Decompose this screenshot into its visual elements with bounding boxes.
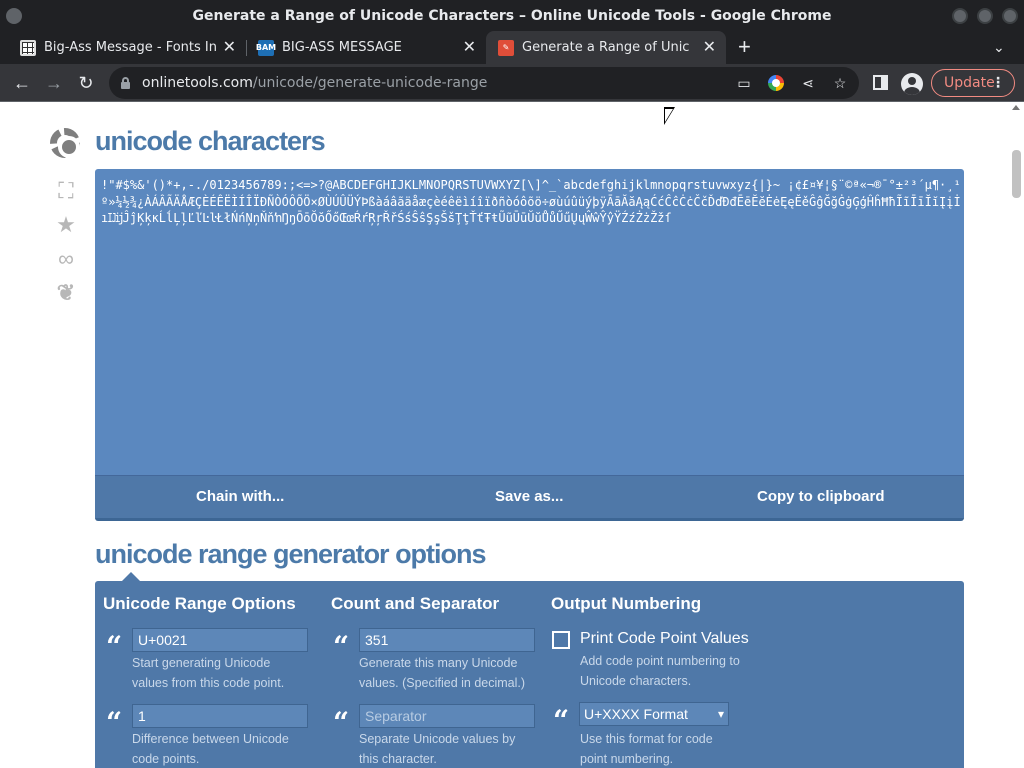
separator-input[interactable]: Separator [359, 704, 535, 728]
quote-icon: “ [553, 704, 570, 737]
bookmark-star-icon[interactable]: ☆ [832, 75, 848, 91]
update-button[interactable]: Update ⋮ [931, 69, 1015, 97]
quote-icon: “ [106, 630, 123, 663]
kebab-menu-icon: ⋮ [991, 75, 1005, 91]
save-as-button[interactable]: Save as... [495, 488, 563, 505]
new-tab-icon[interactable]: + [738, 36, 751, 58]
twitter-icon[interactable]: ❦ [54, 282, 78, 304]
output-heading: unicode characters [95, 126, 326, 156]
fullscreen-icon[interactable]: ⛶ [54, 180, 78, 202]
scroll-thumb[interactable] [1012, 150, 1021, 198]
tab-strip: Big-Ass Message - Fonts In Use ✕ BAM BIG… [0, 31, 1024, 64]
back-arrow-icon[interactable]: ← [10, 71, 34, 95]
browser-toolbar: ← → ↻ onlinetools.com/unicode/generate-u… [0, 64, 1024, 102]
gear-icon[interactable] [50, 128, 80, 158]
lock-icon[interactable] [121, 77, 130, 89]
output-numbering-title: Output Numbering [551, 594, 702, 613]
side-panel-icon[interactable] [873, 75, 888, 90]
output-action-bar: Chain with... Save as... Copy to clipboa… [95, 475, 964, 518]
reload-icon[interactable]: ↻ [74, 71, 98, 95]
quote-icon: “ [333, 706, 350, 739]
quote-icon: “ [333, 630, 350, 663]
step-input[interactable]: 1 [132, 704, 308, 728]
chevron-down-icon: ▾ [717, 707, 724, 721]
count-hint: Generate this many Unicode values. (Spec… [359, 656, 526, 690]
separator-hint: Separate Unicode values by this characte… [359, 732, 516, 766]
print-code-point-checkbox[interactable] [552, 631, 570, 649]
output-panel: !"#$%&'()*+,-./0123456789:;<=>?@ABCDEFGH… [95, 169, 964, 521]
tab-close-icon[interactable]: ✕ [703, 39, 716, 55]
page-scrollbar[interactable] [1008, 102, 1024, 768]
clipboard-icon[interactable]: ▭ [736, 75, 752, 91]
step-hint: Difference between Unicode code points. [132, 732, 289, 766]
copy-to-clipboard-button[interactable]: Copy to clipboard [757, 488, 885, 505]
tab-fonts-in-use[interactable]: Big-Ass Message - Fonts In Use ✕ [0, 31, 246, 64]
maximize-icon[interactable] [977, 8, 993, 24]
close-window-icon[interactable] [1002, 8, 1018, 24]
count-separator-title: Count and Separator [331, 594, 500, 613]
tab-label: Generate a Range of Unicode Characters [522, 40, 690, 55]
wrench-favicon-icon: ✎ [498, 39, 514, 56]
minimize-icon[interactable] [952, 8, 968, 24]
mouse-cursor-icon [664, 107, 675, 125]
tab-label: Big-Ass Message - Fonts In Use [44, 40, 216, 55]
google-lens-icon[interactable] [768, 75, 784, 91]
options-panel: Unicode Range Options “ U+0021 Start gen… [95, 581, 964, 768]
start-codepoint-hint: Start generating Unicode values from thi… [132, 656, 285, 690]
tab-search-chevron-icon[interactable]: ⌄ [993, 39, 1005, 56]
numbering-format-select[interactable]: U+XXXX Format ▾ [579, 702, 729, 726]
start-codepoint-input[interactable]: U+0021 [132, 628, 308, 652]
address-bar[interactable]: onlinetools.com/unicode/generate-unicode… [109, 67, 859, 99]
scroll-up-icon[interactable] [1012, 105, 1020, 110]
count-input[interactable]: 351 [359, 628, 535, 652]
output-textarea[interactable]: !"#$%&'()*+,-./0123456789:;<=>?@ABCDEFGH… [101, 177, 961, 227]
tab-big-ass-message[interactable]: BAM BIG-ASS MESSAGE ✕ [238, 31, 486, 64]
url-text[interactable]: onlinetools.com/unicode/generate-unicode… [142, 75, 487, 91]
tab-close-icon[interactable]: ✕ [223, 39, 236, 55]
range-options-title: Unicode Range Options [103, 594, 296, 613]
tab-generate-unicode[interactable]: ✎ Generate a Range of Unicode Characters… [486, 31, 726, 64]
bam-favicon-icon: BAM [256, 39, 276, 56]
quote-icon: “ [106, 706, 123, 739]
profile-avatar-icon[interactable] [901, 73, 923, 95]
print-code-point-label[interactable]: Print Code Point Values [580, 630, 749, 648]
link-icon[interactable]: ∞ [54, 248, 78, 270]
star-icon[interactable]: ★ [54, 214, 78, 236]
forward-arrow-icon[interactable]: → [42, 71, 66, 95]
share-icon[interactable]: ⋖ [800, 75, 816, 91]
window-title: Generate a Range of Unicode Characters –… [192, 8, 832, 24]
numbering-format-hint: Use this format for code point numbering… [580, 732, 713, 766]
tab-label: BIG-ASS MESSAGE [282, 40, 402, 55]
tab-close-icon[interactable]: ✕ [463, 39, 476, 55]
window-titlebar: Generate a Range of Unicode Characters –… [0, 0, 1024, 31]
print-code-point-hint: Add code point numbering to Unicode char… [580, 654, 740, 688]
grid-favicon-icon [20, 39, 36, 56]
page-content: ⛶ ★ ∞ ❦ unicode characters !"#$%&'()*+,-… [0, 102, 1024, 768]
options-caret [122, 572, 140, 581]
options-heading: unicode range generator options [95, 539, 487, 569]
chain-with-button[interactable]: Chain with... [196, 488, 284, 505]
